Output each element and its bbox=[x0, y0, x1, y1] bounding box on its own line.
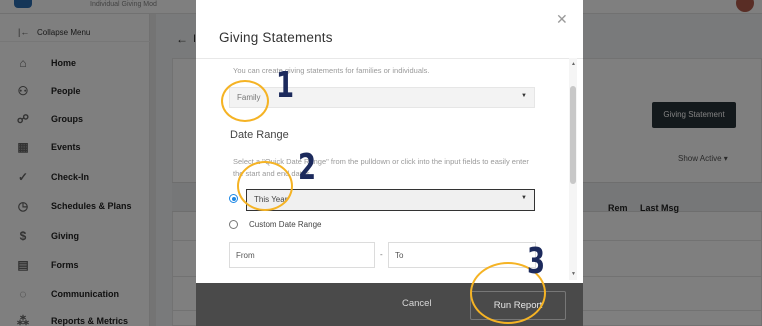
step-number-2: 2 bbox=[298, 147, 317, 188]
chevron-down-icon: ▼ bbox=[521, 195, 527, 201]
cancel-button[interactable]: Cancel bbox=[402, 298, 432, 309]
close-icon[interactable]: ✕ bbox=[556, 11, 568, 28]
intro-text: You can create giving statements for fam… bbox=[233, 66, 430, 75]
modal-scrollbar-thumb[interactable] bbox=[570, 86, 576, 184]
chevron-down-icon: ▼ bbox=[521, 93, 527, 99]
date-separator: - bbox=[380, 250, 383, 259]
scroll-down-arrow-icon[interactable]: ▼ bbox=[571, 271, 576, 277]
highlight-circle-step2 bbox=[237, 161, 293, 211]
highlight-circle-step1 bbox=[221, 80, 269, 122]
custom-range-radio[interactable] bbox=[229, 220, 238, 229]
step-number-1: 1 bbox=[276, 65, 295, 106]
from-date-input[interactable]: From bbox=[229, 242, 375, 268]
scroll-up-arrow-icon[interactable]: ▲ bbox=[571, 61, 576, 67]
statement-type-select[interactable]: Family ▼ bbox=[229, 87, 535, 108]
custom-date-range-label: Custom Date Range bbox=[249, 220, 322, 229]
quick-range-radio[interactable] bbox=[229, 194, 238, 203]
date-range-label: Date Range bbox=[230, 129, 289, 141]
modal-title: Giving Statements bbox=[219, 30, 333, 45]
step-number-3: 3 bbox=[527, 241, 546, 282]
modal-divider bbox=[196, 58, 583, 59]
